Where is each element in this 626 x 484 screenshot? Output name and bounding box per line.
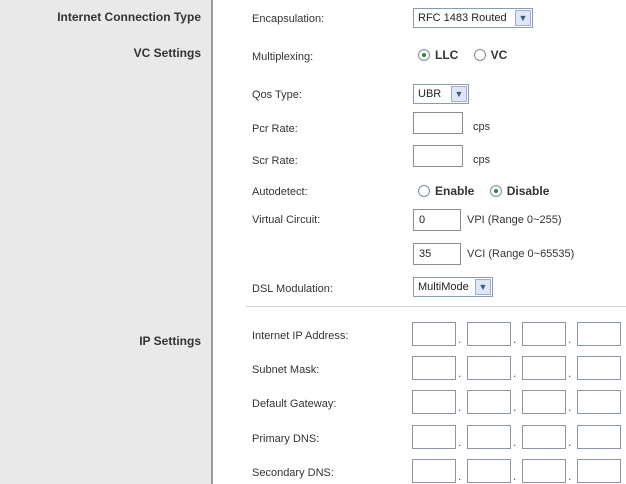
dsl-modulation-select[interactable]: MultiMode ▼ bbox=[413, 277, 493, 297]
radio-unchecked-icon[interactable] bbox=[473, 49, 486, 61]
vpi-range-note: VPI (Range 0~255) bbox=[467, 214, 562, 226]
ip-octet-input[interactable] bbox=[577, 322, 621, 346]
section-vc-settings: VC Settings bbox=[133, 46, 201, 60]
ip-separator-dot: . bbox=[458, 366, 462, 380]
pcr-rate-unit: cps bbox=[473, 121, 491, 133]
ip-octet-input[interactable] bbox=[467, 425, 511, 449]
radio-unchecked-icon[interactable] bbox=[418, 185, 430, 197]
section-divider bbox=[246, 306, 626, 307]
ip-separator-dot: . bbox=[568, 469, 572, 483]
ip-separator-dot: . bbox=[458, 400, 462, 414]
virtual-circuit-label: Virtual Circuit: bbox=[252, 214, 321, 226]
ip-octet-input[interactable] bbox=[577, 425, 621, 449]
vpi-input[interactable]: 0 bbox=[413, 209, 461, 231]
dsl-modulation-label: DSL Modulation: bbox=[252, 283, 333, 295]
chevron-down-icon: ▼ bbox=[451, 86, 467, 102]
ip-octet-input[interactable] bbox=[522, 425, 566, 449]
autodetect-radio-group: Enable Disable bbox=[418, 184, 561, 198]
ip-field-label: Primary DNS: bbox=[252, 433, 320, 445]
ip-octet-input[interactable] bbox=[467, 390, 511, 414]
scr-rate-input[interactable] bbox=[413, 145, 463, 167]
ip-separator-dot: . bbox=[458, 332, 462, 346]
ip-field-label: Default Gateway: bbox=[252, 398, 337, 410]
chevron-down-icon: ▼ bbox=[515, 10, 531, 26]
ip-field-label: Internet IP Address: bbox=[252, 330, 349, 342]
encapsulation-value: RFC 1483 Routed bbox=[418, 12, 507, 24]
scr-rate-label: Scr Rate: bbox=[252, 155, 298, 167]
ip-separator-dot: . bbox=[513, 400, 517, 414]
multiplexing-option-llc[interactable]: LLC bbox=[418, 48, 458, 62]
pcr-rate-label: Pcr Rate: bbox=[252, 123, 298, 135]
ip-separator-dot: . bbox=[458, 469, 462, 483]
ip-separator-dot: . bbox=[513, 435, 517, 449]
multiplexing-label: Multiplexing: bbox=[252, 51, 314, 63]
qos-type-label: Qos Type: bbox=[252, 89, 302, 101]
radio-checked-icon[interactable] bbox=[418, 49, 430, 61]
ip-octet-input[interactable] bbox=[467, 322, 511, 346]
chevron-down-icon: ▼ bbox=[475, 279, 491, 295]
ip-octet-input[interactable] bbox=[412, 459, 456, 483]
ip-octet-input[interactable] bbox=[522, 390, 566, 414]
scr-rate-unit: cps bbox=[473, 154, 491, 166]
section-ip-settings: IP Settings bbox=[139, 334, 201, 348]
ip-octet-input[interactable] bbox=[412, 425, 456, 449]
ip-octet-input[interactable] bbox=[467, 459, 511, 483]
dsl-modulation-value: MultiMode bbox=[418, 281, 469, 293]
ip-separator-dot: . bbox=[513, 332, 517, 346]
ip-separator-dot: . bbox=[513, 366, 517, 380]
ip-field-label: Subnet Mask: bbox=[252, 364, 320, 376]
ip-octet-input[interactable] bbox=[522, 459, 566, 483]
ip-octet-input[interactable] bbox=[412, 356, 456, 380]
encapsulation-label: Encapsulation: bbox=[252, 13, 325, 25]
ip-octet-input[interactable] bbox=[577, 356, 621, 380]
autodetect-option-enable[interactable]: Enable bbox=[418, 184, 474, 198]
ip-field-label: Secondary DNS: bbox=[252, 467, 334, 479]
ip-octet-input[interactable] bbox=[467, 356, 511, 380]
ip-separator-dot: . bbox=[568, 435, 572, 449]
ip-octet-input[interactable] bbox=[522, 356, 566, 380]
multiplexing-option-vc[interactable]: VC bbox=[473, 48, 507, 62]
ip-separator-dot: . bbox=[513, 469, 517, 483]
ip-separator-dot: . bbox=[568, 332, 572, 346]
ip-octet-input[interactable] bbox=[577, 390, 621, 414]
autodetect-option-disable[interactable]: Disable bbox=[489, 184, 549, 198]
ip-separator-dot: . bbox=[568, 366, 572, 380]
section-internet-connection-type: Internet Connection Type bbox=[57, 10, 201, 24]
qos-type-select[interactable]: UBR ▼ bbox=[413, 84, 469, 104]
encapsulation-select[interactable]: RFC 1483 Routed ▼ bbox=[413, 8, 533, 28]
ip-octet-input[interactable] bbox=[412, 322, 456, 346]
radio-checked-icon[interactable] bbox=[489, 185, 502, 197]
multiplexing-radio-group: LLC VC bbox=[418, 48, 519, 62]
autodetect-label: Autodetect: bbox=[252, 186, 308, 198]
ip-octet-input[interactable] bbox=[522, 322, 566, 346]
ip-octet-input[interactable] bbox=[412, 390, 456, 414]
qos-type-value: UBR bbox=[418, 88, 442, 100]
ip-separator-dot: . bbox=[568, 400, 572, 414]
section-labels-column: Internet Connection Type VC Settings IP … bbox=[0, 0, 213, 484]
pcr-rate-input[interactable] bbox=[413, 112, 463, 134]
settings-form: Encapsulation: RFC 1483 Routed ▼ Multipl… bbox=[216, 0, 626, 484]
ip-octet-input[interactable] bbox=[577, 459, 621, 483]
vci-input[interactable]: 35 bbox=[413, 243, 461, 265]
vci-range-note: VCI (Range 0~65535) bbox=[467, 248, 575, 260]
ip-separator-dot: . bbox=[458, 435, 462, 449]
